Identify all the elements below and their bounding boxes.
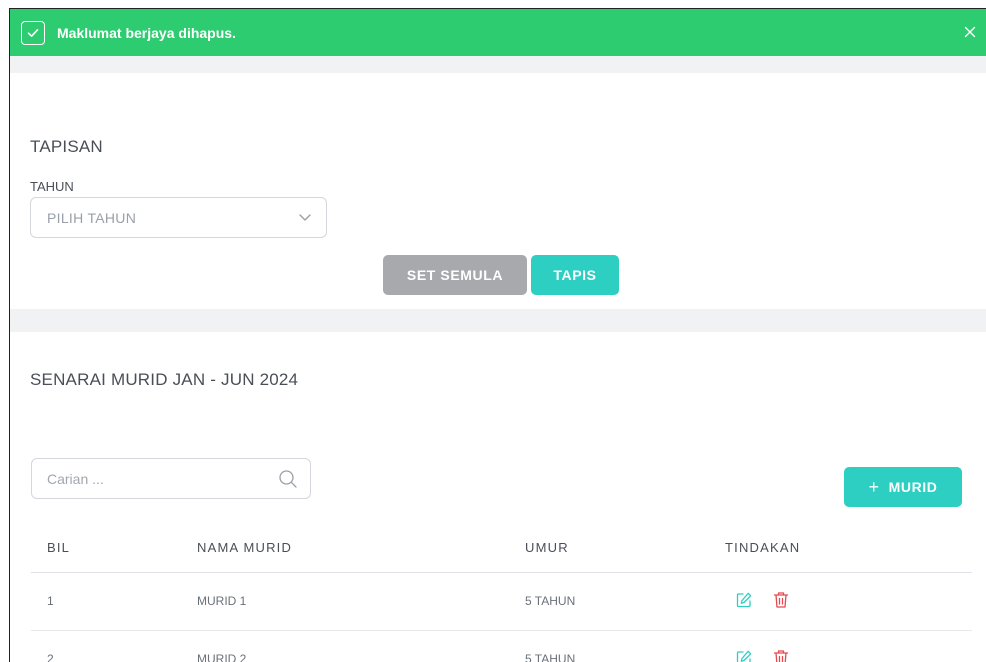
add-student-label: MURID: [888, 479, 938, 495]
filter-button[interactable]: TAPIS: [531, 255, 619, 295]
chevron-down-icon: [298, 210, 312, 229]
table-header-row: BIL NAMA MURID UMUR TINDAKAN: [31, 524, 972, 573]
close-icon[interactable]: [959, 21, 981, 43]
row-no: 1: [31, 572, 197, 631]
filter-card: TAPISAN TAHUN PILIH TAHUN SET SEMULA TAP…: [10, 73, 986, 309]
list-title: SENARAI MURID JAN - JUN 2024: [30, 370, 299, 389]
app-frame: Maklumat berjaya dihapus. TAPISAN TAHUN …: [9, 8, 986, 662]
edit-icon[interactable]: [735, 591, 753, 609]
column-header-age: UMUR: [525, 524, 725, 573]
year-select[interactable]: PILIH TAHUN: [30, 197, 327, 238]
row-actions: [725, 572, 972, 631]
search-icon[interactable]: [278, 469, 298, 494]
toast-message: Maklumat berjaya dihapus.: [57, 24, 236, 41]
success-toast: Maklumat berjaya dihapus.: [10, 9, 986, 56]
trash-icon[interactable]: [773, 591, 789, 609]
add-student-button[interactable]: + MURID: [844, 467, 962, 507]
column-header-name: NAMA MURID: [197, 524, 525, 573]
row-name: MURID 2: [197, 630, 525, 662]
year-select-value: PILIH TAHUN: [47, 209, 137, 226]
row-actions: [725, 630, 972, 662]
row-age: 5 TAHUN: [525, 630, 725, 662]
search-input[interactable]: [47, 470, 267, 487]
filter-title: TAPISAN: [30, 137, 103, 156]
column-header-no: BIL: [31, 524, 197, 573]
reset-button[interactable]: SET SEMULA: [383, 255, 527, 295]
students-table: BIL NAMA MURID UMUR TINDAKAN 1 MURID 1 5…: [31, 524, 972, 662]
search-box: [31, 458, 311, 499]
edit-icon[interactable]: [735, 649, 753, 662]
row-no: 2: [31, 630, 197, 662]
plus-icon: +: [868, 477, 880, 497]
table-row: 1 MURID 1 5 TAHUN: [31, 572, 972, 631]
row-name: MURID 1: [197, 572, 525, 631]
check-icon: [21, 20, 45, 45]
year-label: TAHUN: [30, 179, 74, 194]
student-list-card: SENARAI MURID JAN - JUN 2024 + MURID BIL…: [10, 332, 986, 662]
trash-icon[interactable]: [773, 649, 789, 662]
row-age: 5 TAHUN: [525, 572, 725, 631]
column-header-actions: TINDAKAN: [725, 524, 972, 573]
table-row: 2 MURID 2 5 TAHUN: [31, 630, 972, 662]
